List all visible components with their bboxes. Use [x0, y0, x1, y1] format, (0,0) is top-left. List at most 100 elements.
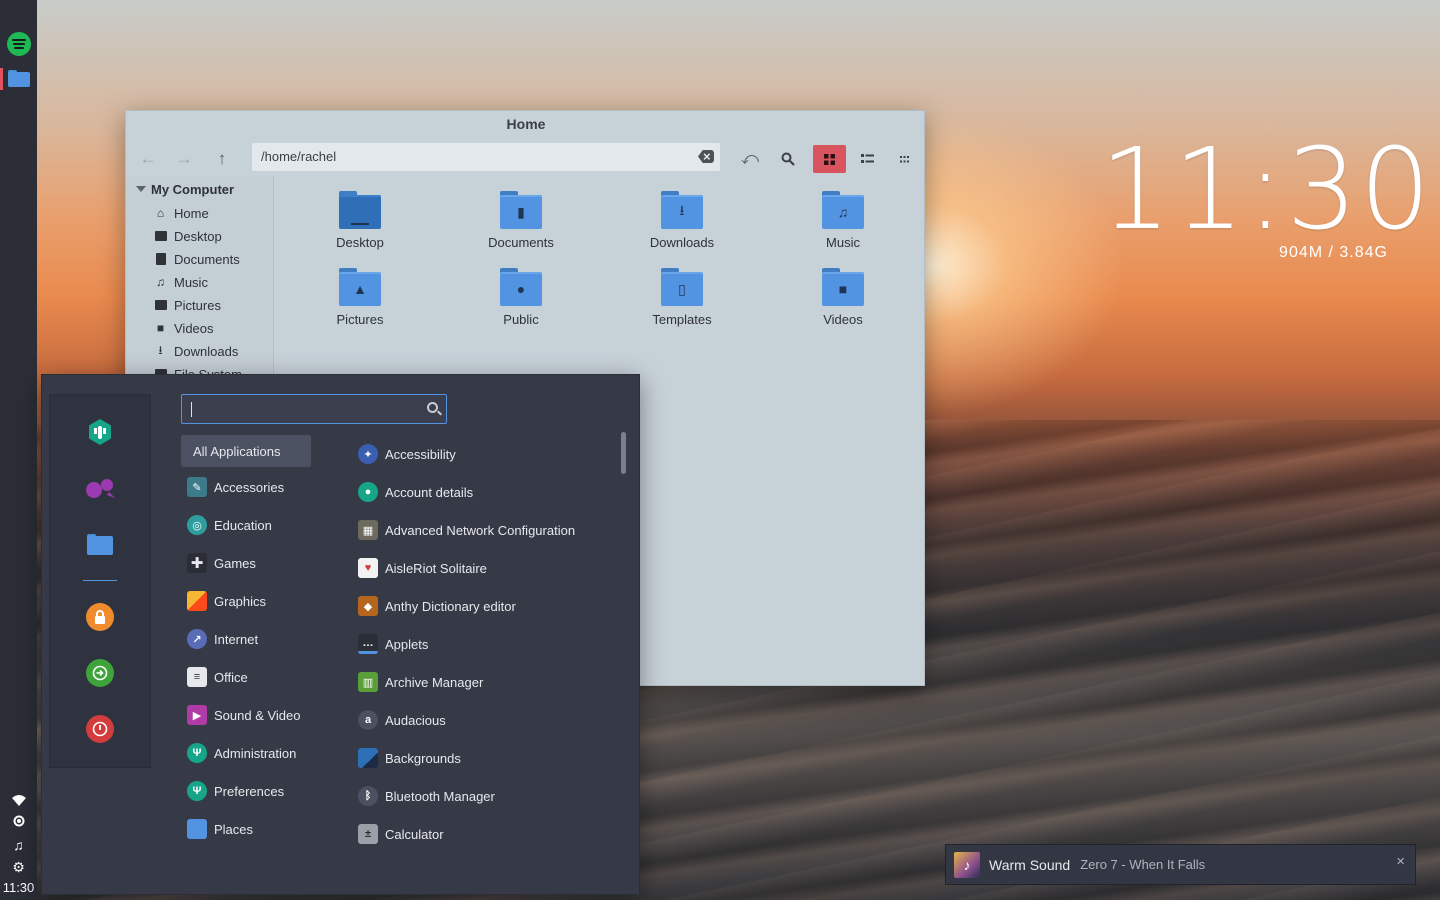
folder-pictures-icon: ▲: [339, 268, 381, 306]
search-input[interactable]: [181, 394, 447, 424]
folder-templates[interactable]: ▯ Templates: [637, 268, 727, 327]
category-office[interactable]: ≡ Office: [187, 662, 248, 692]
folder-icon: [7, 70, 30, 87]
applets-icon: …: [358, 634, 378, 654]
folder-label: Documents: [488, 235, 554, 250]
network-config-icon: ▦: [358, 520, 378, 540]
category-sound-video[interactable]: ▶ Sound & Video: [187, 700, 301, 730]
app-advanced-network-configuration[interactable]: ▦ Advanced Network Configuration: [358, 515, 575, 545]
applications-scrollbar[interactable]: [621, 432, 626, 474]
folder-public-icon: ●: [500, 268, 542, 306]
system-settings-icon[interactable]: [85, 417, 115, 447]
sidebar-item-home[interactable]: ⌂ Home: [154, 202, 209, 224]
location-path: /home/rachel: [261, 149, 337, 164]
pidgin-icon[interactable]: [85, 473, 115, 503]
brightness-icon[interactable]: [0, 814, 37, 832]
sidebar-item-downloads[interactable]: ⭳ Downloads: [154, 340, 238, 362]
lock-screen-icon[interactable]: [85, 602, 115, 632]
dictionary-icon: ◆: [358, 596, 378, 616]
backgrounds-icon: [358, 748, 378, 768]
icon-view-icon[interactable]: [813, 145, 846, 173]
download-icon: ⭳: [158, 342, 163, 357]
system-tray: ♫ ⚙: [0, 792, 37, 876]
category-administration[interactable]: Ψ Administration: [187, 738, 296, 768]
category-preferences[interactable]: Ψ Preferences: [187, 776, 284, 806]
folder-templates-icon: ▯: [661, 268, 703, 306]
spotify-launcher[interactable]: [6, 31, 31, 56]
desktop-icon: [154, 230, 167, 242]
notification-title: Warm Sound: [989, 856, 1071, 873]
category-places[interactable]: Places: [187, 814, 253, 844]
bluetooth-icon: ᛒ: [358, 786, 378, 806]
location-bar[interactable]: /home/rachel: [252, 143, 720, 171]
list-view-icon[interactable]: [853, 145, 881, 173]
app-accessibility[interactable]: ✦ Accessibility: [358, 439, 456, 469]
picture-icon: [154, 299, 167, 311]
sidebar-item-videos[interactable]: ■ Videos: [154, 317, 214, 339]
files-icon[interactable]: [85, 529, 115, 559]
folder-pictures[interactable]: ▲ Pictures: [315, 268, 405, 327]
folder-music[interactable]: ♫ Music: [798, 191, 888, 250]
category-graphics[interactable]: Graphics: [187, 586, 266, 616]
app-calculator[interactable]: ± Calculator: [358, 819, 444, 849]
accessibility-icon: ✦: [358, 444, 378, 464]
folder-desktop[interactable]: Desktop: [315, 191, 405, 250]
app-aisleriot-solitaire[interactable]: ♥ AisleRiot Solitaire: [358, 553, 487, 583]
search-icon[interactable]: [774, 145, 802, 173]
application-menu: All Applications ✎ Accessories ◎ Education…: [41, 374, 640, 895]
panel-clock[interactable]: 11:30: [0, 880, 37, 895]
sidebar-item-music[interactable]: ♫ Music: [154, 271, 208, 293]
forward-arrow-icon[interactable]: →: [170, 145, 198, 173]
app-backgrounds[interactable]: Backgrounds: [358, 743, 461, 773]
category-games[interactable]: ✚ Games: [187, 548, 256, 578]
settings-gear-icon[interactable]: ⚙: [0, 858, 37, 876]
back-arrow-icon[interactable]: ←: [134, 145, 162, 173]
app-audacious[interactable]: a Audacious: [358, 705, 446, 735]
compact-view-icon[interactable]: [890, 145, 918, 173]
video-icon: ■: [156, 321, 165, 335]
archive-icon: ▥: [358, 672, 378, 692]
folder-label: Templates: [652, 312, 712, 327]
accessories-icon: ✎: [187, 477, 207, 497]
app-account-details[interactable]: ● Account details: [358, 477, 473, 507]
category-internet[interactable]: ↗ Internet: [187, 624, 258, 654]
desklet-clock: 11:30: [1100, 125, 1433, 255]
media-notification[interactable]: ♪ Warm Sound Zero 7 - When It Falls ×: [945, 844, 1416, 885]
folder-label: Videos: [823, 312, 863, 327]
sidebar-item-desktop[interactable]: Desktop: [154, 225, 222, 247]
expander-icon[interactable]: [136, 186, 146, 192]
toggle-location-icon[interactable]: ⤺: [736, 145, 764, 173]
account-details-icon: ●: [358, 482, 378, 502]
office-icon: ≡: [187, 667, 207, 687]
spotify-icon: [6, 31, 31, 56]
sound-video-icon: ▶: [187, 705, 207, 725]
category-education[interactable]: ◎ Education: [187, 510, 272, 540]
folder-label: Pictures: [336, 312, 384, 327]
music-note-icon[interactable]: ♫: [0, 836, 37, 854]
app-archive-manager[interactable]: ▥ Archive Manager: [358, 667, 483, 697]
shutdown-icon[interactable]: [85, 714, 115, 744]
app-anthy-dictionary-editor[interactable]: ◆ Anthy Dictionary editor: [358, 591, 516, 621]
clear-path-icon[interactable]: [698, 150, 714, 163]
folder-downloads[interactable]: ⭳ Downloads: [637, 191, 727, 250]
sidebar-item-documents[interactable]: Documents: [154, 248, 240, 270]
sidebar-item-pictures[interactable]: Pictures: [154, 294, 221, 316]
desklet-memory: 904M / 3.84G: [1279, 244, 1388, 261]
files-launcher[interactable]: [6, 66, 31, 91]
up-arrow-icon[interactable]: ↑: [208, 145, 236, 173]
album-art-icon: ♪: [954, 851, 980, 878]
sidebar-heading[interactable]: My Computer: [136, 182, 234, 197]
folder-documents[interactable]: ▮ Documents: [476, 191, 566, 250]
category-accessories[interactable]: ✎ Accessories: [187, 472, 284, 502]
home-icon: ⌂: [156, 206, 165, 220]
app-bluetooth-manager[interactable]: ᛒ Bluetooth Manager: [358, 781, 495, 811]
close-icon[interactable]: ×: [1396, 853, 1405, 870]
app-applets[interactable]: … Applets: [358, 629, 428, 659]
wifi-icon[interactable]: [0, 792, 37, 810]
logout-icon[interactable]: [85, 658, 115, 688]
folder-public[interactable]: ● Public: [476, 268, 566, 327]
category-all-applications[interactable]: All Applications: [181, 435, 311, 467]
calculator-icon: ±: [358, 824, 378, 844]
folder-videos[interactable]: ■ Videos: [798, 268, 888, 327]
administration-icon: Ψ: [187, 743, 207, 763]
